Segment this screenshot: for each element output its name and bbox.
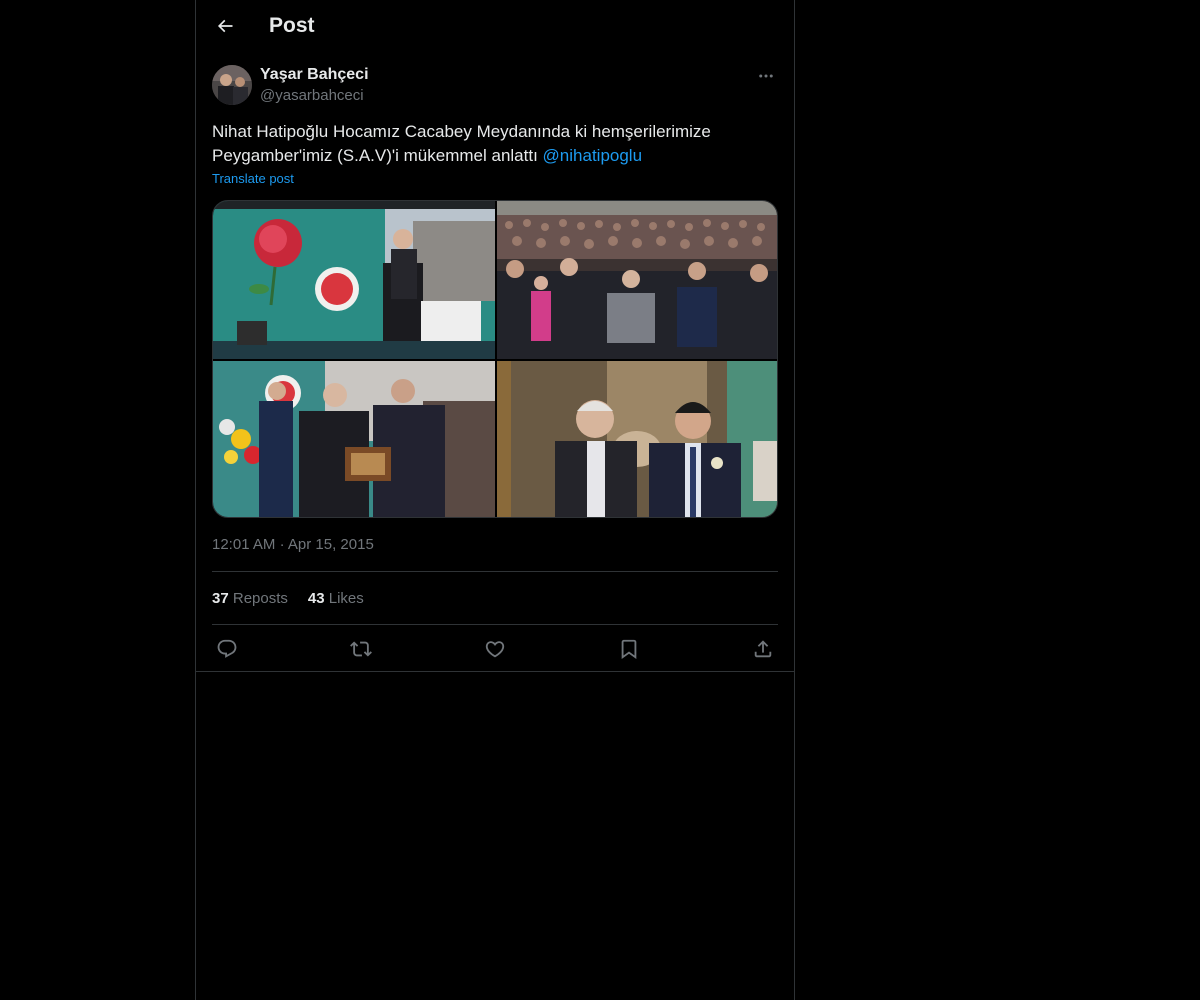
repost-icon [350,641,372,657]
engagement-stats: 37 Reposts 43 Likes [212,590,364,607]
post-date[interactable]: Apr 15, 2015 [288,536,374,553]
avatar-photo [212,65,252,105]
media-grid [212,200,778,518]
reply-button[interactable] [212,636,242,662]
mention-link[interactable]: @nihatipoglu [543,146,643,165]
bookmark-icon [621,639,637,660]
media-photo-2[interactable] [497,201,777,359]
media-photo-1[interactable] [213,201,495,359]
arrow-left-icon [217,19,233,33]
photo-crowd-seated [497,201,777,359]
likes-label: Likes [328,590,364,607]
post-bottom-border [196,671,794,672]
more-options-button[interactable] [754,64,778,88]
divider-bottom [212,624,778,625]
reposts-label: Reposts [232,590,288,607]
reply-icon [217,639,237,658]
top-bar: Post [196,0,794,53]
more-dots-icon [759,74,773,78]
action-bar [212,636,778,662]
bookmark-button[interactable] [614,636,644,662]
reposts-count: 37 [212,590,229,607]
post: Yaşar Bahçeci @yasarbahceci Nihat Hatipo… [212,64,778,660]
like-icon [485,641,505,658]
repost-button[interactable] [346,636,376,662]
reposts-stat[interactable]: 37 Reposts [212,590,288,607]
author-name[interactable]: Yaşar Bahçeci [260,66,369,84]
translate-post-link[interactable]: Translate post [212,171,294,186]
likes-stat[interactable]: 43 Likes [308,590,364,607]
divider-top [212,571,778,572]
media-photo-4[interactable] [497,361,777,517]
post-text: Nihat Hatipoğlu Hocamız Cacabey Meydanın… [212,120,778,168]
share-button[interactable] [748,636,778,662]
media-photo-3[interactable] [213,361,495,517]
author-row: Yaşar Bahçeci @yasarbahceci [212,64,778,108]
post-timestamp: 12:01 AM · Apr 15, 2015 [212,536,374,553]
photo-stage-speaker [213,201,495,359]
photo-two-men-portrait [497,361,777,517]
author-handle[interactable]: @yasarbahceci [260,87,364,104]
back-button[interactable] [208,9,242,43]
avatar[interactable] [212,65,252,105]
main-column: Post Yaşar Bahçeci @yasarbahceci Nihat H… [195,0,795,1000]
like-button[interactable] [480,636,510,662]
photo-award-plaque [213,361,495,517]
timestamp-separator: · [279,536,285,553]
post-time[interactable]: 12:01 AM [212,536,275,553]
page-title: Post [269,14,315,37]
likes-count: 43 [307,590,325,607]
share-icon [754,640,772,658]
